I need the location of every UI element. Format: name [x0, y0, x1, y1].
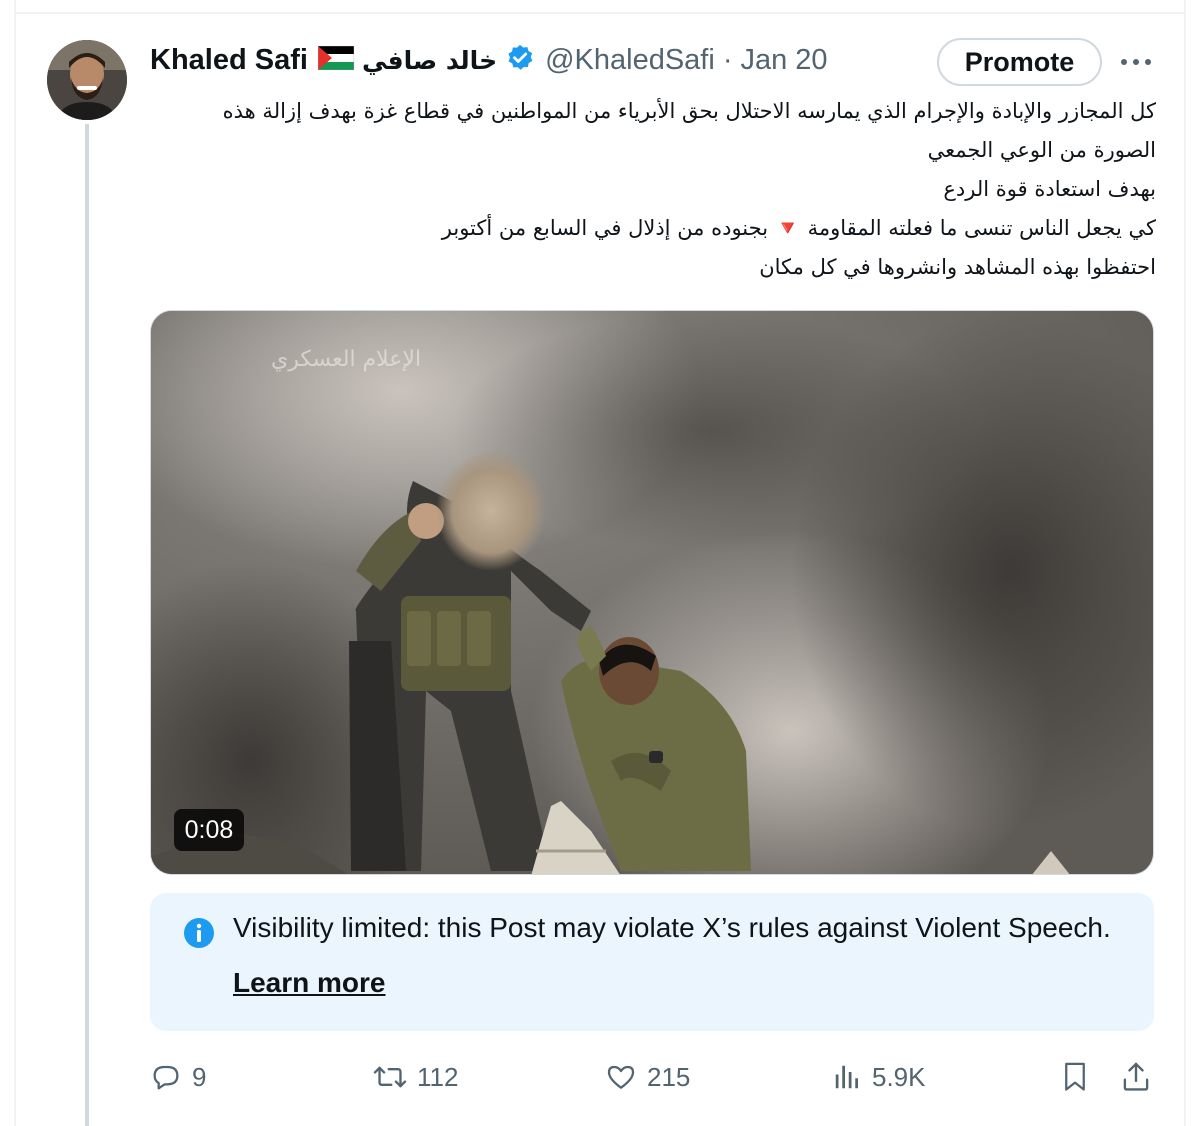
- repost-button[interactable]: 112: [373, 1057, 458, 1097]
- repost-icon: [373, 1066, 407, 1088]
- verified-badge-icon[interactable]: [505, 43, 535, 78]
- views-button[interactable]: 5.9K: [832, 1057, 926, 1097]
- like-button[interactable]: 215: [605, 1057, 690, 1097]
- video-watermark: الإعلام العسكري: [271, 347, 421, 372]
- tweet-line-part: كي يجعل الناس تنسى ما فعلته المقاومة: [807, 216, 1156, 240]
- tweet-line: الصورة من الوعي الجمعي: [927, 138, 1156, 162]
- bookmark-icon: [1065, 1062, 1085, 1091]
- timeline-left-border: [14, 0, 16, 1126]
- reply-button[interactable]: 9: [150, 1057, 206, 1097]
- bookmark-button[interactable]: [1060, 1057, 1090, 1097]
- timeline-right-border: [1184, 0, 1186, 1126]
- video-player[interactable]: الإعلام العسكري: [150, 310, 1154, 875]
- tweet-header: Khaled Safi خالد صافي @KhaledSafi · Jan …: [150, 40, 828, 80]
- more-options-icon[interactable]: [1115, 46, 1157, 78]
- analytics-icon: [835, 1065, 858, 1089]
- red-triangle-icon: 🔻: [774, 216, 801, 240]
- view-count: 5.9K: [872, 1061, 926, 1092]
- learn-more-link[interactable]: Learn more: [233, 967, 386, 999]
- visibility-notice-text: Visibility limited: this Post may violat…: [233, 912, 1111, 943]
- info-icon: [183, 917, 215, 954]
- share-button[interactable]: [1120, 1057, 1152, 1097]
- reply-icon: [153, 1065, 179, 1090]
- tweet-text: كل المجازر والإبادة والإجرام الذي يمارسه…: [130, 92, 1156, 287]
- display-name[interactable]: Khaled Safi: [150, 44, 308, 77]
- tweet-line: بهدف استعادة قوة الردع: [943, 177, 1156, 201]
- like-count: 215: [647, 1061, 691, 1092]
- share-icon: [1123, 1062, 1149, 1091]
- post-date[interactable]: Jan 20: [740, 44, 827, 77]
- tweet-line: احتفظوا بهذه المشاهد وانشروها في كل مكان: [759, 255, 1156, 279]
- heart-icon: [607, 1065, 635, 1089]
- avatar[interactable]: [47, 40, 127, 120]
- repost-count: 112: [417, 1061, 459, 1092]
- palestine-flag-icon: [317, 45, 355, 75]
- arabic-display-name[interactable]: خالد صافي: [362, 46, 497, 75]
- tweet-line: كي يجعل الناس تنسى ما فعلته المقاومة 🔻 ب…: [130, 209, 1156, 248]
- video-duration-badge: 0:08: [174, 809, 244, 851]
- tweet-line: كل المجازر والإبادة والإجرام الذي يمارسه…: [222, 99, 1156, 123]
- promote-button[interactable]: Promote: [937, 38, 1102, 86]
- timeline-top-border: [14, 0, 1186, 14]
- user-handle[interactable]: @KhaledSafi: [545, 44, 715, 77]
- reply-count: 9: [192, 1061, 207, 1092]
- thread-line: [85, 124, 89, 1126]
- separator-dot: ·: [722, 43, 733, 76]
- tweet-line-part: بجنوده من إذلال في السابع من أكتوبر: [441, 216, 769, 240]
